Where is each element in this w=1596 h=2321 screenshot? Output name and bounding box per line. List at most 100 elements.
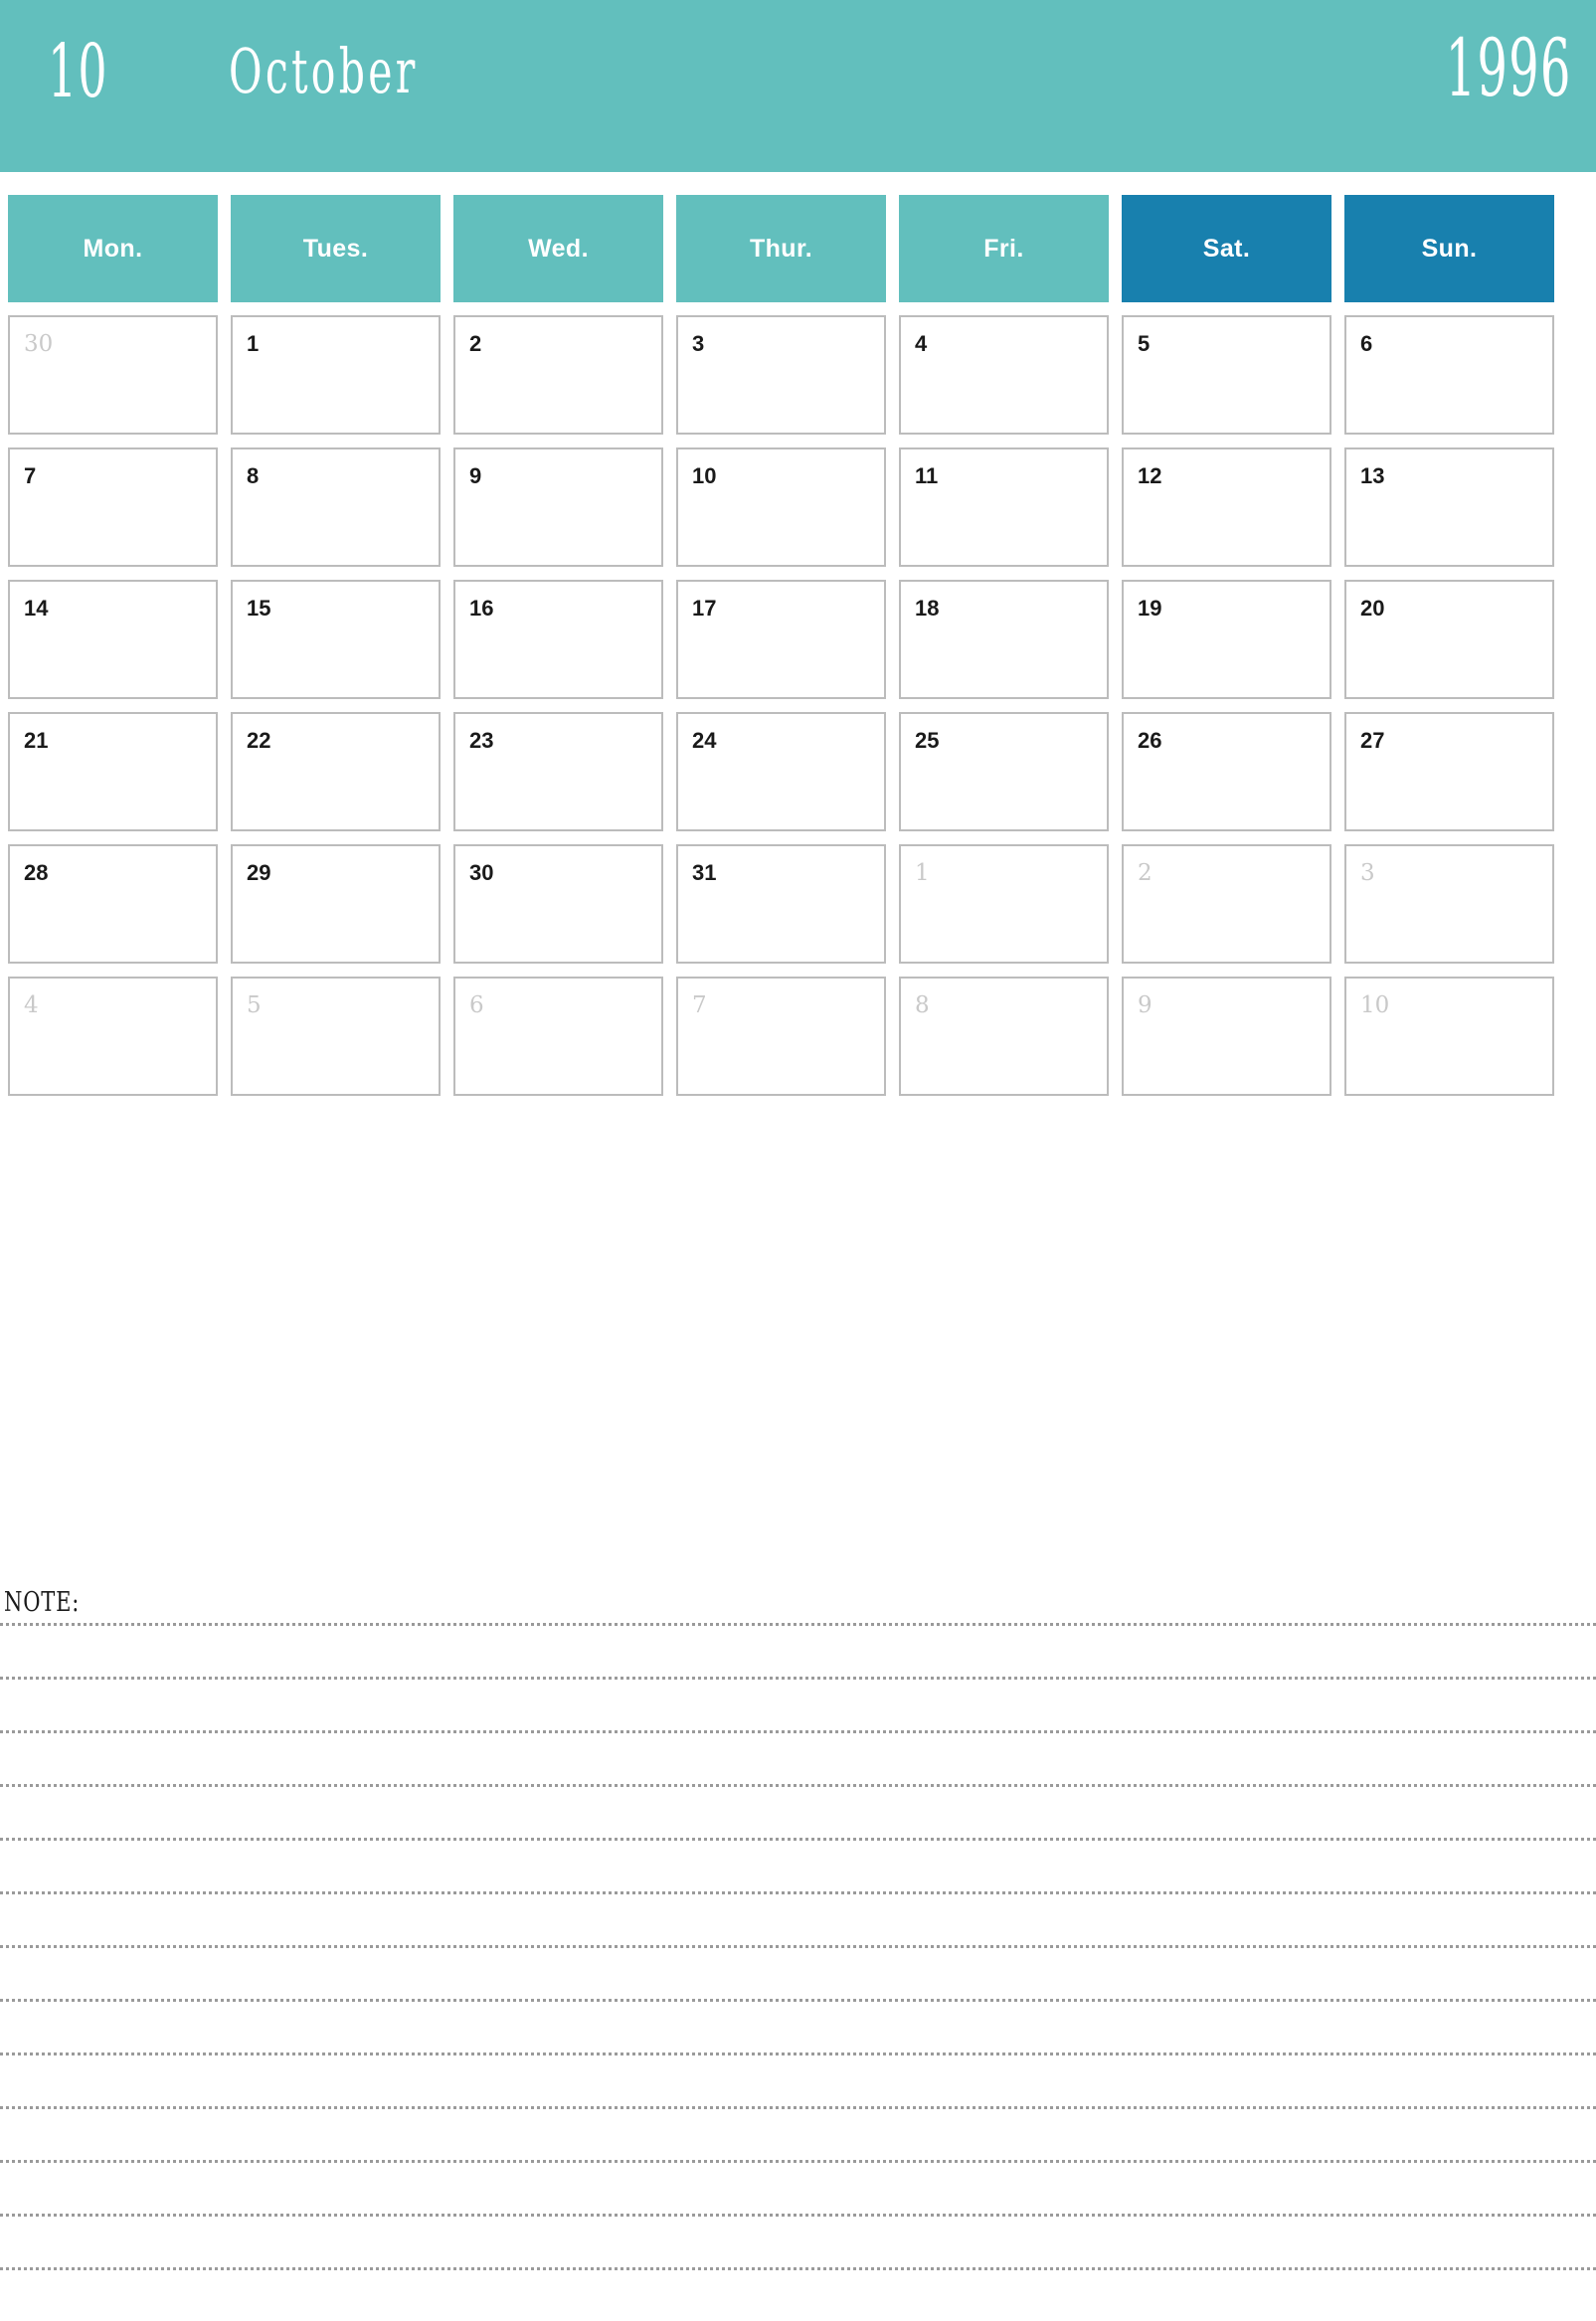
day-number: 27 [1360, 728, 1385, 753]
weekday-label: Sun. [1421, 234, 1478, 263]
day-number: 24 [692, 728, 717, 753]
day-number: 17 [692, 596, 717, 621]
day-cell[interactable]: 5 [1122, 315, 1331, 435]
header-year: 1996 [1446, 22, 1572, 114]
day-cell[interactable]: 10 [676, 447, 886, 567]
day-number: 18 [915, 596, 940, 621]
day-number: 5 [247, 992, 262, 1018]
day-cell[interactable]: 2 [453, 315, 663, 435]
day-number: 11 [915, 463, 939, 488]
calendar-header: 10 October 1996 [0, 0, 1596, 172]
day-cell[interactable]: 8 [231, 447, 441, 567]
weekday-header-sun: Sun. [1344, 195, 1554, 302]
day-cell[interactable]: 1 [231, 315, 441, 435]
day-cell[interactable]: 4 [8, 977, 218, 1096]
day-cell[interactable]: 20 [1344, 580, 1554, 699]
day-cell[interactable]: 22 [231, 712, 441, 831]
day-cell[interactable]: 15 [231, 580, 441, 699]
note-ruled-line[interactable] [0, 1838, 1596, 1841]
day-cell[interactable]: 16 [453, 580, 663, 699]
header-month-number: 10 [48, 29, 108, 114]
day-number: 15 [247, 596, 271, 621]
weekday-header-wed: Wed. [453, 195, 663, 302]
day-cell[interactable]: 31 [676, 844, 886, 964]
weekday-header-tues: Tues. [231, 195, 441, 302]
day-cell[interactable]: 30 [8, 315, 218, 435]
note-ruled-line[interactable] [0, 1999, 1596, 2002]
note-ruled-line[interactable] [0, 2053, 1596, 2055]
day-cell[interactable]: 11 [899, 447, 1109, 567]
day-cell[interactable]: 29 [231, 844, 441, 964]
day-cell[interactable]: 8 [899, 977, 1109, 1096]
day-cell[interactable]: 23 [453, 712, 663, 831]
calendar-header-inner: 10 October 1996 [0, 0, 1596, 172]
day-number: 3 [1360, 860, 1375, 886]
note-ruled-line[interactable] [0, 1730, 1596, 1733]
day-cell[interactable]: 6 [1344, 315, 1554, 435]
weekday-label: Fri. [983, 234, 1024, 263]
day-cell[interactable]: 13 [1344, 447, 1554, 567]
note-ruled-line[interactable] [0, 1623, 1596, 1626]
day-cell[interactable]: 27 [1344, 712, 1554, 831]
day-cell[interactable]: 1 [899, 844, 1109, 964]
day-cell[interactable]: 3 [1344, 844, 1554, 964]
day-cell[interactable]: 9 [453, 447, 663, 567]
day-cell[interactable]: 9 [1122, 977, 1331, 1096]
day-number: 10 [1360, 992, 1390, 1018]
day-cell[interactable]: 28 [8, 844, 218, 964]
note-ruled-line[interactable] [0, 2106, 1596, 2109]
day-number: 8 [247, 463, 260, 488]
day-number: 16 [469, 596, 494, 621]
calendar-week-row: 30 1 2 3 4 5 6 [8, 315, 1588, 435]
day-cell[interactable]: 14 [8, 580, 218, 699]
day-cell[interactable]: 21 [8, 712, 218, 831]
day-cell[interactable]: 12 [1122, 447, 1331, 567]
day-number: 25 [915, 728, 940, 753]
weekday-label: Thur. [749, 234, 813, 263]
weekday-label: Tues. [302, 234, 369, 263]
note-ruled-line[interactable] [0, 1945, 1596, 1948]
note-ruled-line[interactable] [0, 2160, 1596, 2163]
note-ruled-line[interactable] [0, 2267, 1596, 2270]
day-cell[interactable]: 26 [1122, 712, 1331, 831]
day-cell[interactable]: 18 [899, 580, 1109, 699]
day-number: 6 [1360, 331, 1373, 356]
day-cell[interactable]: 25 [899, 712, 1109, 831]
day-number: 3 [692, 331, 705, 356]
day-cell[interactable]: 3 [676, 315, 886, 435]
weekday-header-sat: Sat. [1122, 195, 1331, 302]
day-cell[interactable]: 7 [676, 977, 886, 1096]
day-number: 23 [469, 728, 494, 753]
day-number: 22 [247, 728, 271, 753]
calendar-week-row: 7 8 9 10 11 12 13 [8, 447, 1588, 567]
day-cell[interactable]: 4 [899, 315, 1109, 435]
calendar-week-row: 14 15 16 17 18 19 20 [8, 580, 1588, 699]
day-number: 31 [692, 860, 717, 885]
weekday-header-mon: Mon. [8, 195, 218, 302]
day-cell[interactable]: 30 [453, 844, 663, 964]
note-ruled-line[interactable] [0, 2214, 1596, 2217]
weekday-header-fri: Fri. [899, 195, 1109, 302]
calendar-grid: Mon. Tues. Wed. Thur. Fri. Sat. Sun. 30 … [8, 195, 1588, 1109]
day-cell[interactable]: 19 [1122, 580, 1331, 699]
day-cell[interactable]: 2 [1122, 844, 1331, 964]
day-number: 19 [1138, 596, 1162, 621]
day-cell[interactable]: 5 [231, 977, 441, 1096]
note-ruled-line[interactable] [0, 1677, 1596, 1680]
day-cell[interactable]: 10 [1344, 977, 1554, 1096]
day-number: 21 [24, 728, 49, 753]
day-cell[interactable]: 6 [453, 977, 663, 1096]
day-number: 28 [24, 860, 49, 885]
day-number: 14 [24, 596, 49, 621]
day-cell[interactable]: 17 [676, 580, 886, 699]
note-ruled-line[interactable] [0, 1784, 1596, 1787]
note-lines[interactable] [0, 1623, 1596, 2321]
day-number: 29 [247, 860, 271, 885]
day-number: 6 [469, 992, 484, 1018]
note-ruled-line[interactable] [0, 1891, 1596, 1894]
day-number: 7 [24, 463, 37, 488]
calendar-week-row: 4 5 6 7 8 9 10 [8, 977, 1588, 1096]
weekday-header-thur: Thur. [676, 195, 886, 302]
day-cell[interactable]: 24 [676, 712, 886, 831]
day-cell[interactable]: 7 [8, 447, 218, 567]
